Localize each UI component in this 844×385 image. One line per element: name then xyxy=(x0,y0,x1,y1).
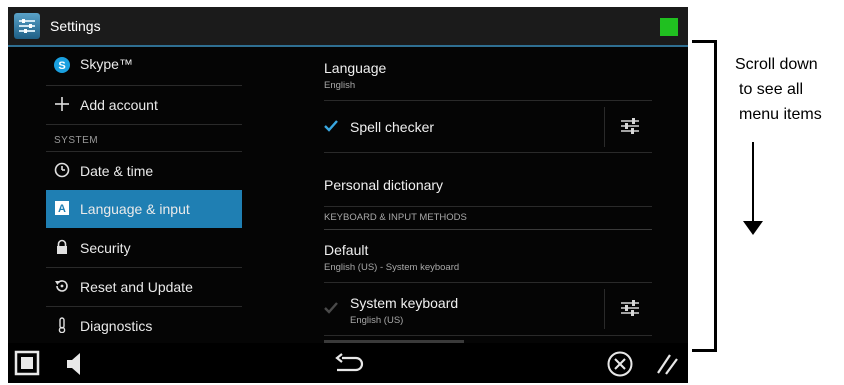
title-bar: Settings xyxy=(8,7,688,47)
keyboard-section-label: KEYBOARD & INPUT METHODS xyxy=(324,212,467,223)
svg-text:S: S xyxy=(58,60,65,72)
section-header-system: SYSTEM xyxy=(54,135,99,146)
spell-checker-title: Spell checker xyxy=(350,119,435,135)
divider xyxy=(604,107,605,147)
reset-icon xyxy=(54,278,70,294)
spell-checker-setting[interactable]: Spell checker xyxy=(324,101,652,153)
annotation-line: menu items xyxy=(739,106,822,123)
resize-handle-icon[interactable] xyxy=(654,351,680,377)
keyboard-a-icon: A xyxy=(54,200,70,216)
spell-checker-checkbox[interactable] xyxy=(324,119,338,133)
sidebar-item-add-account[interactable]: Add account xyxy=(46,86,242,125)
sidebar-item-date-time[interactable]: Date & time xyxy=(46,151,242,191)
svg-text:A: A xyxy=(58,203,66,215)
sidebar-item-label: Reset and Update xyxy=(80,279,193,295)
sidebar-item-skype[interactable]: S Skype™ xyxy=(46,47,242,86)
spell-checker-settings-icon[interactable] xyxy=(620,117,640,135)
settings-sidebar: S Skype™ Add account SYSTEM Date & time … xyxy=(46,47,242,346)
device-screen: Settings S Skype™ Add account SYSTEM Dat… xyxy=(8,7,688,383)
default-title: Default xyxy=(324,242,369,258)
thermometer-icon xyxy=(54,317,70,333)
personal-dictionary-setting[interactable]: Personal dictionary xyxy=(324,153,652,207)
plus-icon xyxy=(54,96,70,112)
back-arrow-icon[interactable] xyxy=(334,353,364,375)
language-title: Language xyxy=(324,60,387,76)
page-title: Settings xyxy=(50,18,101,34)
scroll-annotation: Scroll down to see all menu items xyxy=(735,52,843,127)
system-keyboard-checkbox[interactable] xyxy=(324,301,338,315)
close-circle-icon[interactable] xyxy=(606,350,634,378)
system-keyboard-setting[interactable]: System keyboard English (US) xyxy=(324,283,652,336)
sidebar-item-diagnostics[interactable]: Diagnostics xyxy=(46,307,242,346)
status-indicator xyxy=(660,18,678,36)
scroll-arrow-down-icon xyxy=(743,221,763,235)
personal-dictionary-title: Personal dictionary xyxy=(324,177,444,193)
skype-icon: S xyxy=(54,57,70,73)
sidebar-item-label: Add account xyxy=(80,97,158,113)
settings-sliders-icon[interactable] xyxy=(14,13,40,39)
settings-content: S Skype™ Add account SYSTEM Date & time … xyxy=(8,47,688,346)
system-keyboard-settings-icon[interactable] xyxy=(620,299,640,317)
default-value: English (US) - System keyboard xyxy=(324,262,460,273)
keyboard-section-header: KEYBOARD & INPUT METHODS xyxy=(324,207,652,230)
sidebar-item-language-input[interactable]: A Language & input xyxy=(46,190,242,228)
screen-square-icon[interactable] xyxy=(14,350,40,376)
clock-icon xyxy=(54,162,70,178)
sidebar-item-label: Security xyxy=(80,240,131,256)
system-keyboard-value: English (US) xyxy=(350,315,404,326)
language-value: English xyxy=(324,80,356,91)
default-keyboard-setting[interactable]: Default English (US) - System keyboard xyxy=(324,230,652,283)
scroll-bracket xyxy=(692,40,717,352)
sidebar-item-label: Date & time xyxy=(80,163,154,179)
system-keyboard-title: System keyboard xyxy=(350,295,459,311)
sidebar-item-security[interactable]: Security xyxy=(46,229,242,268)
annotation-line: Scroll down xyxy=(735,56,818,73)
sidebar-item-reset-update[interactable]: Reset and Update xyxy=(46,268,242,307)
sidebar-item-label: Diagnostics xyxy=(80,318,153,334)
sidebar-item-label: Language & input xyxy=(80,201,190,217)
annotation-line: to see all xyxy=(739,81,804,98)
system-navigation-bar xyxy=(8,343,688,383)
sidebar-item-label: Skype™ xyxy=(80,56,133,72)
lock-icon xyxy=(54,239,70,255)
speaker-icon[interactable] xyxy=(64,351,86,377)
language-setting[interactable]: Language English xyxy=(324,47,652,101)
divider xyxy=(604,289,605,329)
scroll-arrow-line xyxy=(752,142,754,222)
language-input-pane: Language English Spell checker Personal … xyxy=(324,47,652,343)
